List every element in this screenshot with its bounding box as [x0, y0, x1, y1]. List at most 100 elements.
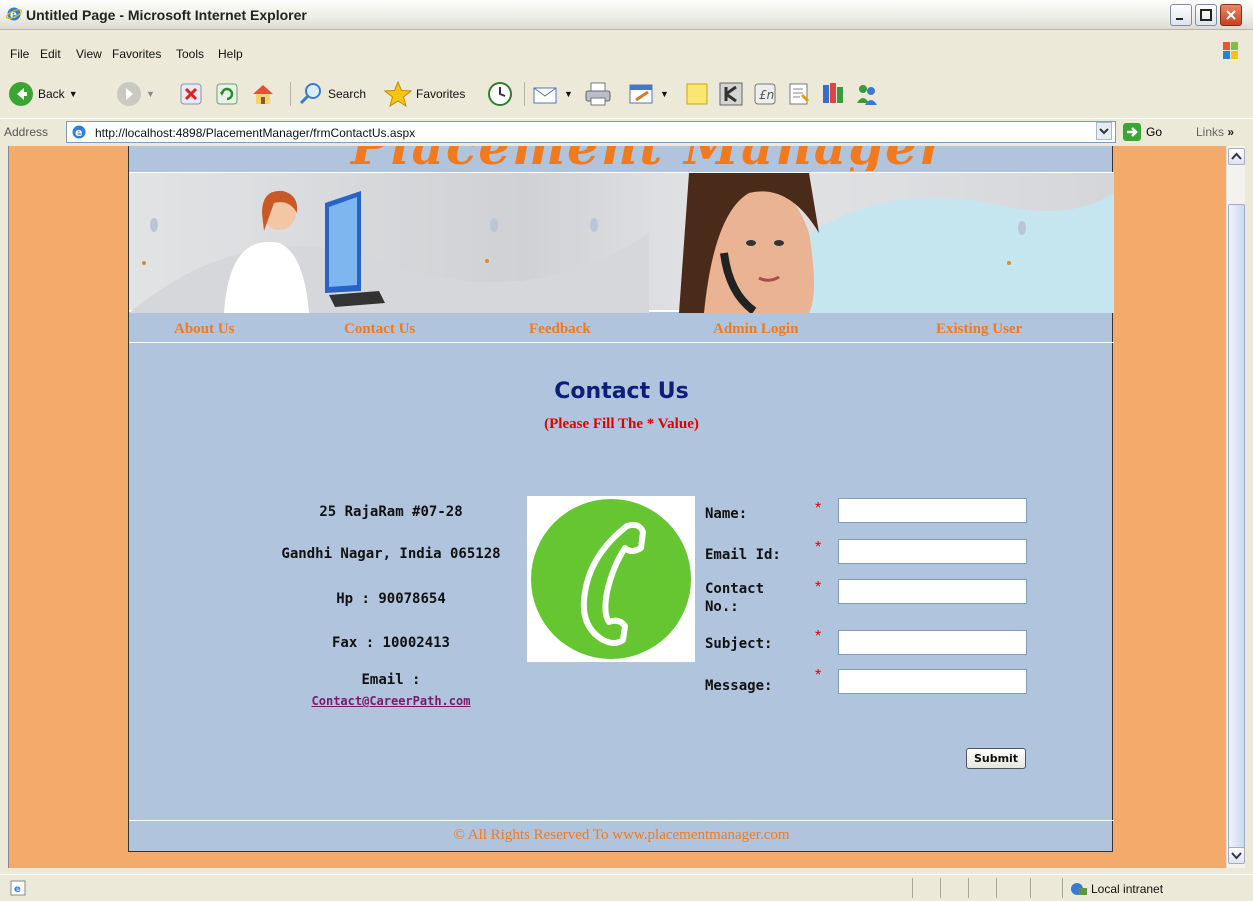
home-button[interactable] [250, 80, 276, 108]
print-icon [585, 82, 611, 106]
discuss-button[interactable] [684, 80, 710, 108]
favorites-button[interactable]: Favorites [384, 80, 465, 108]
address-dropdown-button[interactable] [1096, 122, 1112, 140]
address-url: http://localhost:4898/PlacementManager/f… [95, 126, 416, 140]
status-divider [1030, 878, 1031, 898]
contact-no-label-line1: Contact [705, 581, 765, 597]
nav-contact-us[interactable]: Contact Us [344, 321, 415, 338]
banner-image [129, 173, 1114, 315]
scroll-up-button[interactable] [1228, 148, 1245, 165]
site-logo-text: Placement Manager [351, 146, 947, 171]
window-title: Untitled Page - Microsoft Internet Explo… [26, 7, 307, 23]
windows-logo-icon [1223, 42, 1238, 59]
messenger-button[interactable] [854, 80, 880, 108]
research-button[interactable] [718, 80, 744, 108]
close-button[interactable] [1220, 4, 1242, 26]
contact-no-input[interactable] [838, 579, 1027, 604]
page-icon: e [72, 125, 86, 139]
history-button[interactable] [487, 80, 513, 108]
maximize-button[interactable] [1195, 4, 1217, 26]
submit-button[interactable]: Submit [966, 748, 1026, 769]
nav-about-us[interactable]: About Us [174, 321, 234, 338]
status-divider [912, 878, 913, 898]
script-icon [789, 83, 810, 105]
minimize-icon [1176, 18, 1183, 20]
research-tools-button[interactable] [820, 80, 846, 108]
address-label: Address [4, 125, 49, 139]
home-icon [253, 85, 273, 104]
forward-button[interactable]: ▼ [116, 80, 155, 108]
mail-icon [533, 87, 557, 104]
translate-icon: £n [754, 83, 776, 105]
scroll-down-button[interactable] [1228, 847, 1245, 864]
nav-feedback[interactable]: Feedback [529, 321, 591, 338]
minimize-button[interactable] [1170, 4, 1192, 26]
links-label: Links [1196, 125, 1225, 139]
contact-no-label-line2: No.: [705, 599, 739, 615]
name-label: Name: [705, 506, 748, 522]
menu-tools[interactable]: Tools [176, 47, 204, 61]
menu-help[interactable]: Help [218, 47, 243, 61]
chevron-down-icon [1099, 128, 1109, 135]
tools-button[interactable] [786, 80, 812, 108]
forward-arrow-icon [117, 82, 141, 106]
go-button[interactable]: Go [1122, 122, 1162, 142]
refresh-icon [216, 83, 238, 105]
status-divider [940, 878, 941, 898]
scrollbar-thumb[interactable] [1228, 204, 1245, 852]
search-button[interactable]: Search [298, 80, 366, 108]
contact-email-link[interactable]: Contact@CareerPath.com [255, 694, 527, 708]
address-line-fax: Fax : 10002413 [331, 635, 450, 651]
chevron-down-icon: ▼ [660, 89, 669, 99]
address-line-street: 25 RajaRam #07-28 [319, 504, 463, 520]
back-button[interactable]: Back ▼ [8, 80, 78, 108]
name-input[interactable] [838, 498, 1027, 523]
menu-edit[interactable]: Edit [40, 47, 61, 61]
mail-button[interactable]: ▼ [532, 80, 573, 108]
address-line-email-label: Email : [361, 672, 421, 688]
subject-label: Subject: [705, 636, 773, 652]
main-navigation: About Us Contact Us Feedback Admin Login… [129, 315, 1114, 343]
chevron-down-icon: ▼ [564, 89, 573, 99]
menu-file[interactable]: File [10, 47, 29, 61]
edit-button[interactable]: ▼ [628, 80, 669, 108]
note-icon [686, 83, 708, 105]
back-arrow-icon [9, 82, 33, 106]
standard-toolbar: Back ▼ ▼ Search Favorites ▼ ▼ £n [0, 74, 1253, 114]
contact-no-label: Contact No.: [705, 580, 764, 616]
menu-favorites[interactable]: Favorites [112, 47, 161, 61]
print-button[interactable] [584, 80, 612, 108]
nav-admin-login[interactable]: Admin Login [713, 321, 798, 338]
phone-image [527, 496, 695, 662]
email-required-mark: * [815, 539, 822, 556]
subject-input[interactable] [838, 630, 1027, 655]
favorites-star-icon [384, 81, 412, 107]
menu-bar: File Edit View Favorites Tools Help [0, 42, 1253, 66]
message-input[interactable] [838, 669, 1027, 694]
translate-button[interactable]: £n [752, 80, 778, 108]
security-zone: Local intranet [1070, 881, 1163, 897]
nav-existing-user[interactable]: Existing User [936, 321, 1022, 338]
email-input[interactable] [838, 539, 1027, 564]
menu-view[interactable]: View [76, 47, 102, 61]
page-status-icon: e [10, 880, 26, 896]
status-divider [996, 878, 997, 898]
edit-page-icon [629, 84, 653, 104]
stop-icon [180, 83, 202, 105]
chevron-down-icon: ▼ [68, 89, 78, 99]
contact-required-mark: * [815, 579, 822, 596]
chevron-down-icon: ▼ [146, 89, 155, 99]
links-button[interactable]: Links » [1196, 125, 1234, 139]
refresh-button[interactable] [216, 80, 238, 108]
status-bar: e Local intranet [0, 874, 1253, 901]
k-icon [719, 82, 743, 106]
chevron-up-icon [1231, 152, 1242, 160]
email-label: Email Id: [705, 547, 781, 563]
address-line-phone: Hp : 90078654 [336, 591, 446, 607]
toolbar-separator [290, 82, 291, 106]
search-icon [299, 83, 321, 105]
vertical-scrollbar[interactable] [1226, 146, 1245, 868]
stop-button[interactable] [180, 80, 202, 108]
title-bar: e Untitled Page - Microsoft Internet Exp… [0, 0, 1253, 30]
address-input[interactable]: e http://localhost:4898/PlacementManager… [66, 121, 1116, 143]
